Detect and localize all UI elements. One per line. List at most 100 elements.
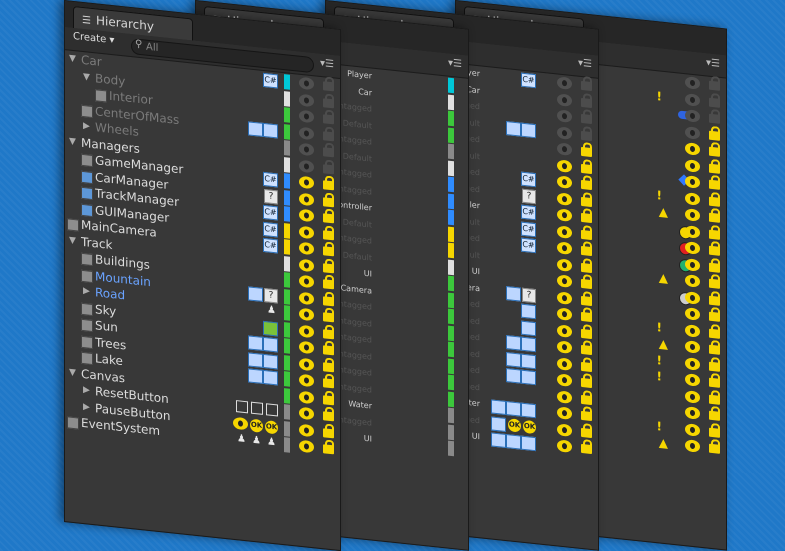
eye-icon[interactable] <box>685 373 700 387</box>
eye-icon[interactable] <box>557 224 572 239</box>
lock-icon[interactable] <box>709 394 720 405</box>
eye-icon[interactable] <box>557 92 572 107</box>
eye-icon[interactable] <box>557 323 572 338</box>
lock-icon[interactable] <box>581 311 592 323</box>
eye-icon[interactable] <box>299 142 314 157</box>
lock-icon[interactable] <box>709 196 720 207</box>
eye-icon[interactable] <box>299 340 314 355</box>
lock-icon[interactable] <box>323 262 334 273</box>
lock-icon[interactable] <box>581 163 592 174</box>
expand-arrow-icon[interactable]: ▼ <box>69 133 76 150</box>
lock-icon[interactable] <box>323 229 334 240</box>
expand-arrow-icon[interactable]: ▼ <box>69 364 76 381</box>
eye-icon[interactable] <box>685 76 700 90</box>
lock-icon[interactable] <box>323 163 334 174</box>
eye-icon[interactable] <box>557 373 572 387</box>
eye-icon[interactable] <box>685 274 700 288</box>
eye-icon[interactable] <box>685 191 700 206</box>
eye-icon[interactable] <box>299 93 314 107</box>
eye-icon[interactable] <box>685 208 700 222</box>
eye-icon[interactable] <box>557 158 572 173</box>
lock-icon[interactable] <box>581 113 592 125</box>
lock-icon[interactable] <box>709 311 720 322</box>
eye-icon[interactable] <box>557 142 572 156</box>
lock-icon[interactable] <box>323 361 334 372</box>
lock-icon[interactable] <box>323 246 334 257</box>
lock-icon[interactable] <box>323 312 334 323</box>
toolbar-menu-icon[interactable]: ▾☰ <box>706 57 720 69</box>
eye-icon[interactable] <box>685 307 700 321</box>
lock-icon[interactable] <box>581 229 592 240</box>
eye-icon[interactable] <box>299 291 314 305</box>
lock-icon[interactable] <box>581 80 592 92</box>
lock-icon[interactable] <box>709 328 720 339</box>
lock-icon[interactable] <box>709 163 720 174</box>
lock-icon[interactable] <box>581 361 592 372</box>
lock-icon[interactable] <box>581 130 592 141</box>
eye-icon[interactable] <box>557 208 572 222</box>
eye-icon[interactable] <box>557 191 572 206</box>
lock-icon[interactable] <box>709 278 720 289</box>
collapse-arrow-icon[interactable]: ▶ <box>83 398 90 415</box>
eye-icon[interactable] <box>557 241 572 255</box>
lock-icon[interactable] <box>581 443 592 455</box>
lock-icon[interactable] <box>323 97 334 108</box>
lock-icon[interactable] <box>581 344 592 356</box>
lock-icon[interactable] <box>581 179 592 191</box>
eye-icon[interactable] <box>299 423 314 437</box>
lock-icon[interactable] <box>581 262 592 273</box>
lock-icon[interactable] <box>581 278 592 290</box>
eye-icon[interactable] <box>685 439 700 453</box>
toolbar-menu-icon[interactable]: ▾☰ <box>578 58 592 70</box>
eye-icon[interactable] <box>557 257 572 272</box>
eye-icon[interactable] <box>557 406 572 420</box>
lock-icon[interactable] <box>581 245 592 257</box>
lock-icon[interactable] <box>709 146 720 157</box>
eye-icon[interactable] <box>299 357 314 371</box>
eye-icon[interactable] <box>557 290 572 305</box>
eye-icon[interactable] <box>557 175 572 189</box>
lock-icon[interactable] <box>323 427 334 438</box>
toolbar-menu-icon[interactable]: ▾☰ <box>320 58 334 70</box>
eye-icon[interactable] <box>685 389 700 404</box>
lock-icon[interactable] <box>323 279 334 290</box>
lock-icon[interactable] <box>323 295 334 306</box>
eye-icon[interactable] <box>557 439 572 453</box>
eye-icon[interactable] <box>557 340 572 354</box>
toolbar-menu-icon[interactable]: ▾☰ <box>448 58 462 70</box>
lock-icon[interactable] <box>709 130 720 141</box>
lock-icon[interactable] <box>709 229 720 240</box>
create-button[interactable]: Create ▾ <box>73 31 114 46</box>
lock-icon[interactable] <box>581 146 592 158</box>
eye-icon[interactable] <box>685 290 700 305</box>
eye-icon[interactable] <box>299 390 314 404</box>
eye-icon[interactable] <box>557 76 572 90</box>
lock-icon[interactable] <box>709 295 720 306</box>
eye-icon[interactable] <box>685 125 700 140</box>
eye-icon[interactable] <box>299 192 314 206</box>
eye-icon[interactable] <box>299 406 314 421</box>
eye-icon[interactable] <box>557 389 572 404</box>
lock-icon[interactable] <box>581 295 592 306</box>
lock-icon[interactable] <box>323 345 334 356</box>
collapse-arrow-icon[interactable]: ▶ <box>83 283 90 300</box>
lock-icon[interactable] <box>581 394 592 405</box>
lock-icon[interactable] <box>581 328 592 339</box>
eye-icon[interactable] <box>299 258 314 272</box>
lock-icon[interactable] <box>323 130 334 141</box>
eye-icon[interactable] <box>299 175 314 190</box>
eye-icon[interactable] <box>685 158 700 173</box>
eye-icon[interactable] <box>685 224 700 239</box>
eye-icon[interactable] <box>685 109 700 123</box>
lock-icon[interactable] <box>323 196 334 207</box>
lock-icon[interactable] <box>323 81 334 92</box>
eye-icon[interactable] <box>299 208 314 223</box>
eye-icon[interactable] <box>299 109 314 124</box>
lock-icon[interactable] <box>323 328 334 339</box>
eye-icon[interactable] <box>299 126 314 140</box>
eye-icon[interactable] <box>685 340 700 354</box>
eye-icon[interactable] <box>299 373 314 388</box>
lock-icon[interactable] <box>581 427 592 438</box>
eye-icon[interactable] <box>299 324 314 338</box>
lock-icon[interactable] <box>709 262 720 273</box>
